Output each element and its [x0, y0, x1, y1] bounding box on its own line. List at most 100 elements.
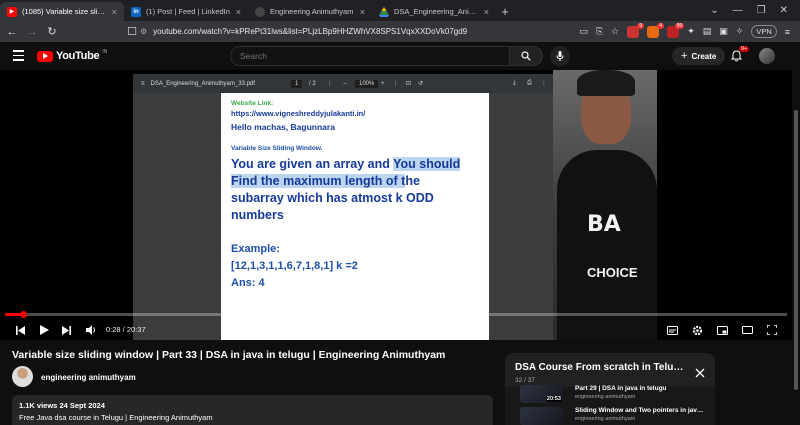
close-icon [695, 368, 705, 378]
topic-heading: Variable Size Sliding Window. [231, 145, 323, 152]
minimize-icon[interactable]: — [733, 5, 743, 16]
zoom-out-icon: − [343, 80, 347, 87]
menu-icon[interactable]: ≡ [785, 27, 790, 37]
more-icon: ⋮ [541, 81, 547, 87]
video-title: Variable size sliding window | Part 33 |… [12, 349, 446, 361]
youtube-logo[interactable]: YouTube IN [37, 49, 108, 62]
tab-title: Engineering Animuthyam [270, 7, 354, 16]
create-button[interactable]: + Create [672, 47, 726, 65]
voice-search-button[interactable] [550, 46, 570, 66]
website-label: Website Link: [231, 100, 274, 107]
volume-icon[interactable] [84, 323, 98, 337]
search-button[interactable] [509, 46, 543, 66]
playlist-items: 20:53 Part 29 | DSA in java in telugu en… [505, 385, 715, 425]
sidebar-icon[interactable]: ▤ [703, 26, 712, 37]
playlist-item-channel: engineering animuthyam [575, 416, 636, 422]
example-answer: Ans: 4 [231, 277, 265, 289]
video-thumbnail [520, 407, 563, 425]
close-playlist-button[interactable] [695, 365, 705, 383]
pdf-page-total: / 2 [309, 80, 316, 87]
description-text: Free Java dsa course in Telugu | Enginee… [19, 413, 213, 422]
print-icon: ⎙ [527, 80, 532, 86]
pdf-page-number: 1 [291, 79, 303, 88]
rotate-icon: ↺ [418, 81, 424, 87]
tab-search-icon[interactable]: ⌄ [710, 5, 718, 16]
create-label: Create [691, 51, 717, 61]
extensions-area: ▭ ⎘ ☆ 9 4 99 ✦ ▤ ▣ ✧ VPN ≡ [579, 21, 800, 42]
presenter-hair [577, 70, 635, 96]
search-input[interactable] [240, 51, 509, 61]
reload-icon[interactable]: ↻ [44, 25, 60, 38]
settings-gear-icon[interactable] [690, 323, 704, 337]
back-icon[interactable]: ← [4, 26, 20, 38]
scrubber-handle[interactable] [19, 311, 27, 318]
vpn-button[interactable]: VPN [751, 25, 777, 38]
forward-icon[interactable]: → [24, 26, 40, 38]
close-tab-icon[interactable]: × [112, 7, 117, 17]
brave-shield-icon[interactable]: 4 [647, 22, 665, 38]
example-label: Example: [231, 243, 280, 255]
zoom-in-icon: + [381, 80, 385, 87]
example-array: [12,1,3,1,1,6,7,1,8,1] k =2 [231, 260, 358, 272]
pdf-toolbar: ≡ DSA_Engineering_Animuthyam_33.pdf 1 / … [133, 74, 553, 93]
playlist-item[interactable]: Sliding Window and Two pointers in java … [520, 407, 710, 425]
playlist-panel: DSA Course From scratch in Telugu in 202… [505, 353, 715, 425]
maximize-icon[interactable]: ❐ [757, 5, 766, 16]
bookmark-icon[interactable]: ☐ [124, 25, 140, 38]
channel-name[interactable]: engineering animuthyam [41, 373, 136, 382]
playlist-position: 32 / 37 [515, 377, 535, 384]
close-window-icon[interactable]: ✕ [780, 5, 788, 16]
video-meta: 1.1K views 24 Sept 2024 [19, 401, 105, 410]
browser-tab-engineering[interactable]: Engineering Animuthyam × [248, 2, 372, 21]
theater-mode-icon[interactable] [740, 323, 754, 337]
new-tab-button[interactable]: + [496, 2, 514, 21]
pdf-zoom: 100% [355, 79, 379, 88]
site-info-icon[interactable]: ⚙ [140, 27, 147, 36]
next-video-icon[interactable] [59, 323, 73, 337]
browser-tab-youtube[interactable]: ▶ (1085) Variable size sliding win × [0, 2, 124, 21]
subtitles-icon[interactable] [665, 323, 679, 337]
play-icon[interactable] [37, 323, 51, 337]
playlist-item-channel: engineering animuthyam [575, 394, 636, 400]
playlist-item-title: Part 29 | DSA in java in telugu [575, 385, 667, 392]
hamburger-menu-icon[interactable] [13, 50, 24, 64]
tab-title: (1) Post | Feed | LinkedIn [146, 7, 230, 16]
download-icon: ⤓ [513, 80, 516, 86]
extension-icon[interactable]: 9 [627, 22, 645, 38]
notification-badge: 9+ [739, 46, 750, 52]
scrollbar-thumb[interactable] [794, 110, 798, 390]
browser-tab-drive-pdf[interactable]: DSA_Engineering_Animuthyam_32.p × [372, 2, 496, 21]
progress-bar[interactable] [5, 311, 787, 318]
url-text: youtube.com/watch?v=kPRePt31lws&list=PLj… [153, 27, 468, 36]
wallet-icon[interactable]: ▣ [719, 26, 728, 37]
playlist-title[interactable]: DSA Course From scratch in Telugu in 202… [515, 362, 685, 373]
video-player[interactable]: ≡ DSA_Engineering_Animuthyam_33.pdf 1 / … [0, 70, 800, 340]
time-display: 0:28 / 20:37 [106, 325, 146, 334]
share-icon[interactable]: ⎘ [596, 26, 603, 37]
search-box[interactable] [230, 46, 510, 66]
address-bar[interactable]: ⚙ youtube.com/watch?v=kPRePt31lws&list=P… [140, 24, 640, 39]
star-icon[interactable]: ☆ [611, 26, 619, 37]
fullscreen-icon[interactable] [765, 323, 779, 337]
extensions-icon[interactable]: ✦ [687, 26, 695, 37]
channel-avatar[interactable] [12, 366, 33, 387]
miniplayer-icon[interactable] [715, 323, 729, 337]
description-box[interactable]: 1.1K views 24 Sept 2024 Free Java dsa co… [12, 395, 493, 425]
previous-video-icon[interactable] [13, 323, 27, 337]
country-code: IN [102, 49, 108, 55]
rewards-icon[interactable]: 99 [667, 22, 685, 38]
microphone-icon [556, 51, 564, 61]
playlist-item[interactable]: 20:53 Part 29 | DSA in java in telugu en… [520, 385, 710, 403]
player-controls: 0:28 / 20:37 [0, 320, 800, 340]
greeting-text: Hello machas, Bagunnara [231, 122, 335, 132]
account-avatar[interactable] [759, 48, 775, 64]
fit-page-icon: ⊡ [406, 81, 412, 87]
page-scrollbar[interactable] [792, 70, 800, 425]
close-tab-icon[interactable]: × [484, 7, 489, 17]
browser-tab-linkedin[interactable]: in (1) Post | Feed | LinkedIn × [124, 2, 248, 21]
cast-icon[interactable]: ▭ [579, 26, 588, 37]
youtube-favicon-icon: ▶ [7, 6, 17, 17]
leo-icon[interactable]: ✧ [736, 26, 744, 37]
close-tab-icon[interactable]: × [236, 7, 241, 17]
close-tab-icon[interactable]: × [360, 7, 365, 17]
